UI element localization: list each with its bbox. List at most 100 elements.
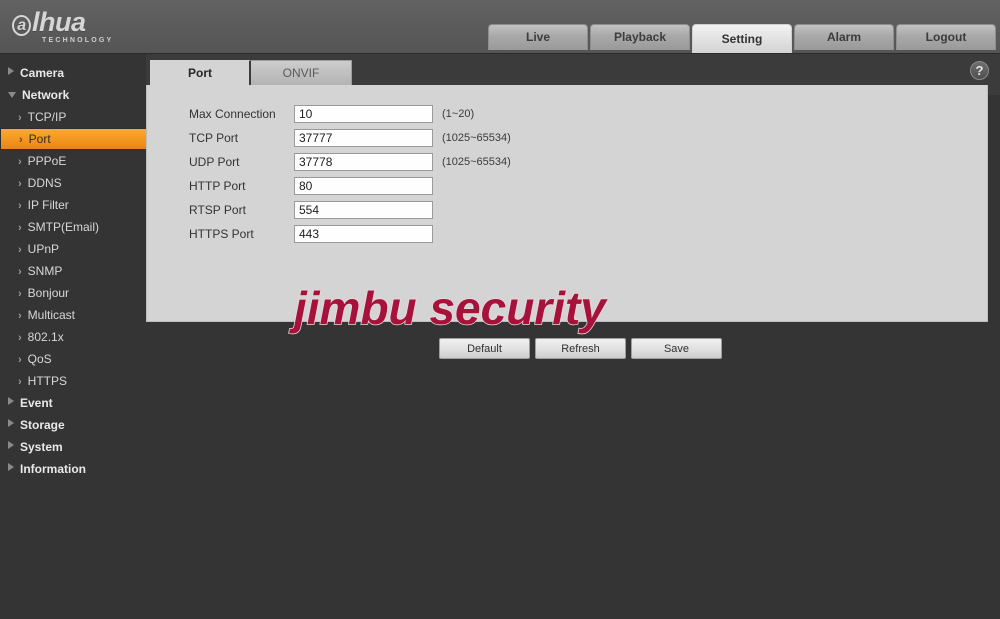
label-tcp-port: TCP Port (189, 131, 239, 145)
triangle-down-icon (8, 92, 16, 98)
sidebar-item-upnp[interactable]: › UPnP (0, 238, 146, 260)
field-row-udp-port: UDP Port (1025~65534) (189, 150, 511, 174)
sidebar-item-snmp[interactable]: › SNMP (0, 260, 146, 282)
chevron-right-icon: › (18, 266, 22, 278)
tcp-port-input[interactable] (294, 129, 433, 147)
sidebar-group-network-label: Network (22, 88, 70, 102)
triangle-right-icon (8, 463, 14, 471)
triangle-right-icon (8, 441, 14, 449)
label-http-port: HTTP Port (189, 179, 246, 193)
action-buttons: Default Refresh Save (439, 338, 722, 359)
help-icon[interactable]: ? (970, 61, 989, 80)
field-row-http-port: HTTP Port (189, 174, 511, 198)
refresh-button[interactable]: Refresh (535, 338, 626, 359)
chevron-right-icon: › (18, 310, 22, 322)
sidebar-group-information-label: Information (20, 462, 86, 476)
https-port-input[interactable] (294, 225, 433, 243)
label-rtsp-port: RTSP Port (189, 203, 246, 217)
triangle-right-icon (8, 419, 14, 427)
sidebar-item-smtp-email[interactable]: › SMTP(Email) (0, 216, 146, 238)
chevron-right-icon: › (18, 288, 22, 300)
content-tabs: Port ONVIF (150, 60, 352, 85)
sidebar-item-8021x[interactable]: › 802.1x (0, 326, 146, 348)
chevron-right-icon: › (18, 354, 22, 366)
sidebar-group-camera-label: Camera (20, 66, 65, 80)
field-row-tcp-port: TCP Port (1025~65534) (189, 126, 511, 150)
sidebar-item-ddns-label: DDNS (27, 176, 62, 190)
topnav-tab-logout[interactable]: Logout (896, 24, 996, 50)
sidebar-item-tcpip[interactable]: › TCP/IP (0, 106, 146, 128)
tab-port[interactable]: Port (150, 60, 251, 85)
chevron-right-icon: › (18, 156, 22, 168)
sidebar-item-snmp-label: SNMP (27, 264, 63, 278)
label-max-connection: Max Connection (189, 107, 276, 121)
sidebar-item-qos[interactable]: › QoS (0, 348, 146, 370)
chevron-right-icon: › (18, 332, 22, 344)
sidebar-item-port[interactable]: › Port (0, 128, 146, 150)
sidebar-group-event[interactable]: Event (0, 392, 146, 414)
sidebar-group-event-label: Event (20, 396, 53, 410)
chevron-right-icon: › (19, 134, 23, 146)
label-https-port: HTTPS Port (189, 227, 254, 241)
sidebar-item-8021x-label: 802.1x (27, 330, 64, 344)
field-row-https-port: HTTPS Port (189, 222, 511, 246)
sidebar-group-network[interactable]: Network (0, 84, 146, 106)
sidebar-group-system[interactable]: System (0, 436, 146, 458)
chevron-right-icon: › (18, 376, 22, 388)
tab-onvif[interactable]: ONVIF (251, 60, 352, 85)
hint-max-connection: (1~20) (442, 108, 475, 120)
page-header: a lhua TECHNOLOGY Live Playback Setting A… (0, 0, 1000, 54)
max-connection-input[interactable] (294, 105, 433, 123)
field-row-rtsp-port: RTSP Port (189, 198, 511, 222)
chevron-right-icon: › (18, 222, 22, 234)
sidebar-item-pppoe[interactable]: › PPPoE (0, 150, 146, 172)
sidebar-item-https[interactable]: › HTTPS (0, 370, 146, 392)
sidebar-item-tcpip-label: TCP/IP (27, 110, 67, 124)
chevron-right-icon: › (18, 112, 22, 124)
sidebar-group-system-label: System (20, 440, 63, 454)
http-port-input[interactable] (294, 177, 433, 195)
sidebar-item-bonjour-label: Bonjour (27, 286, 70, 300)
topnav-tab-alarm[interactable]: Alarm (794, 24, 894, 50)
sidebar-group-information[interactable]: Information (0, 458, 146, 480)
hint-udp-port: (1025~65534) (442, 156, 511, 168)
chevron-right-icon: › (18, 200, 22, 212)
sidebar-item-multicast[interactable]: › Multicast (0, 304, 146, 326)
triangle-right-icon (8, 67, 14, 75)
sidebar-item-ip-filter[interactable]: › IP Filter (0, 194, 146, 216)
udp-port-input[interactable] (294, 153, 433, 171)
sidebar-navigation: Camera Network › TCP/IP › Port › PPPoE › DDN… (0, 54, 146, 619)
sidebar-group-storage[interactable]: Storage (0, 414, 146, 436)
topnav-tab-setting[interactable]: Setting (692, 24, 792, 53)
chevron-right-icon: › (18, 178, 22, 190)
topnav-tab-live[interactable]: Live (488, 24, 588, 50)
sidebar-item-multicast-label: Multicast (27, 308, 76, 322)
sidebar-item-smtp-email-label: SMTP(Email) (27, 220, 100, 234)
app-window: a lhua TECHNOLOGY Live Playback Setting A… (0, 0, 1000, 619)
field-row-max-connection: Max Connection (1~20) (189, 102, 511, 126)
logo-letter-a: a (12, 15, 31, 36)
sidebar-item-ddns[interactable]: › DDNS (0, 172, 146, 194)
chevron-right-icon: › (18, 244, 22, 256)
sidebar-item-upnp-label: UPnP (27, 242, 60, 256)
top-navigation: Live Playback Setting Alarm Logout (488, 24, 998, 54)
logo-rest: lhua (32, 7, 86, 37)
hint-tcp-port: (1025~65534) (442, 132, 511, 144)
sidebar-group-storage-label: Storage (20, 418, 65, 432)
save-button[interactable]: Save (631, 338, 722, 359)
logo-subtitle: TECHNOLOGY (42, 37, 114, 44)
sidebar-item-https-label: HTTPS (27, 374, 68, 388)
triangle-right-icon (8, 397, 14, 405)
sidebar-item-port-label: Port (28, 132, 51, 146)
dahua-logo: a lhua TECHNOLOGY (12, 8, 144, 48)
sidebar-item-bonjour[interactable]: › Bonjour (0, 282, 146, 304)
logo-wordmark: a lhua (12, 8, 144, 36)
sidebar-item-qos-label: QoS (27, 352, 52, 366)
topnav-tab-playback[interactable]: Playback (590, 24, 690, 50)
default-button[interactable]: Default (439, 338, 530, 359)
label-udp-port: UDP Port (189, 155, 240, 169)
port-form: Max Connection (1~20) TCP Port (1025~655… (189, 102, 511, 246)
rtsp-port-input[interactable] (294, 201, 433, 219)
sidebar-group-camera[interactable]: Camera (0, 62, 146, 84)
sidebar-item-ip-filter-label: IP Filter (27, 198, 69, 212)
